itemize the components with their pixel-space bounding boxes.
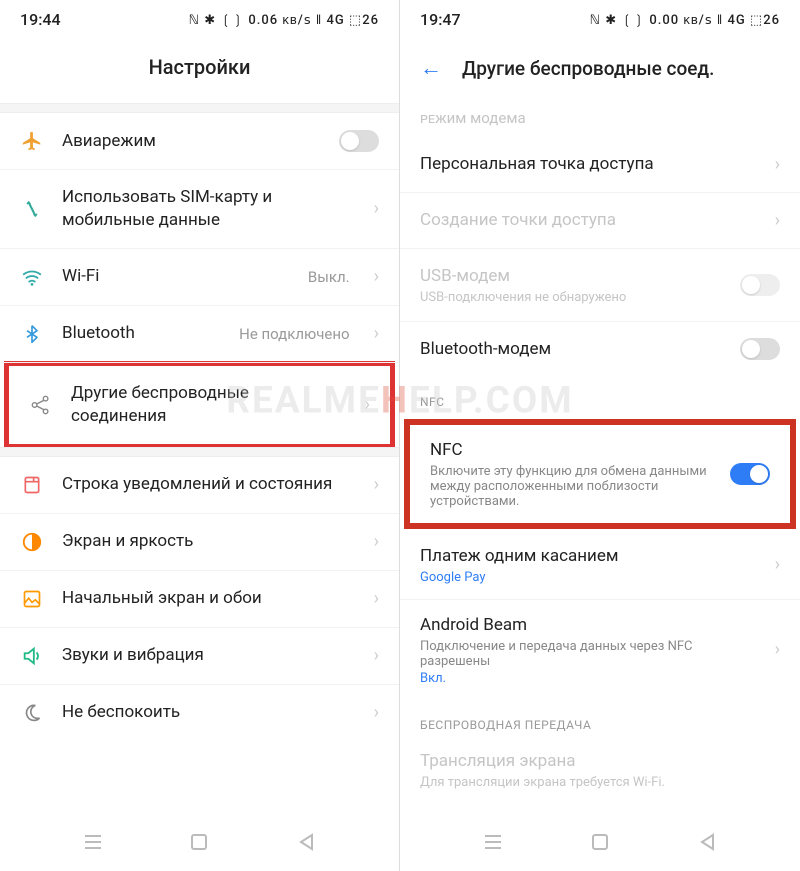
nav-back-icon[interactable] bbox=[295, 831, 317, 853]
section-cast: БЕСПРОВОДНАЯ ПЕРЕДАЧА bbox=[400, 700, 800, 740]
row-label: Wi-Fi bbox=[62, 265, 290, 288]
chevron-right-icon: › bbox=[775, 210, 780, 231]
nav-home-icon[interactable] bbox=[589, 831, 611, 853]
row-extra: Вкл. bbox=[420, 671, 757, 686]
nav-bar bbox=[400, 817, 800, 871]
row-label: Bluetooth bbox=[62, 322, 221, 345]
notification-icon bbox=[20, 473, 44, 497]
row-dnd[interactable]: Не беспокоить › bbox=[0, 685, 399, 741]
row-nfc[interactable]: NFC Включите эту функцию для обмена данн… bbox=[410, 425, 790, 523]
status-bar: 19:47 ℕ ✱ ❲❳ 0.00 ᴋʙ/ꜱ ‖ 4G ⬚26 bbox=[400, 0, 800, 35]
chevron-right-icon: › bbox=[775, 554, 780, 575]
row-label: Bluetooth-модем bbox=[420, 338, 722, 361]
row-cast: Трансляция экрана Для трансляции экрана … bbox=[400, 740, 800, 800]
status-bar: 19:44 ℕ ✱ ❲❳ 0.06 ᴋʙ/ꜱ ‖ 4G ⬚26 bbox=[0, 0, 399, 35]
row-sub: USB-подключения не обнаружено bbox=[420, 290, 722, 305]
bt-modem-toggle[interactable] bbox=[740, 338, 780, 360]
row-personal-hotspot[interactable]: Персональная точка доступа › bbox=[400, 137, 800, 193]
row-label: Звуки и вибрация bbox=[62, 644, 356, 667]
nav-recent-icon[interactable] bbox=[82, 831, 104, 853]
row-notifications[interactable]: Строка уведомлений и состояния › bbox=[0, 457, 399, 514]
row-bluetooth[interactable]: Bluetooth Не подключено › bbox=[0, 306, 399, 363]
bluetooth-icon bbox=[20, 322, 44, 346]
divider bbox=[0, 447, 399, 457]
chevron-right-icon: › bbox=[374, 323, 379, 344]
row-android-beam[interactable]: Android Beam Подключение и передача данн… bbox=[400, 600, 800, 700]
row-sim-data[interactable]: Использовать SIM-карту и мобильные данны… bbox=[0, 170, 399, 249]
clock: 19:47 bbox=[420, 10, 461, 29]
row-label: NFC bbox=[430, 439, 712, 462]
cutoff-row: ᴘᴇжим модема bbox=[400, 105, 800, 137]
section-nfc: NFC bbox=[400, 377, 800, 417]
row-label: USB-модем bbox=[420, 265, 722, 288]
chevron-right-icon: › bbox=[374, 531, 379, 552]
row-label: Строка уведомлений и состояния bbox=[62, 473, 356, 496]
clock: 19:44 bbox=[20, 10, 61, 29]
row-label: Персональная точка доступа bbox=[420, 153, 757, 176]
row-sub: Подключение и передача данных через NFC … bbox=[420, 639, 757, 669]
row-bt-modem[interactable]: Bluetooth-модем bbox=[400, 322, 800, 377]
wallpaper-icon bbox=[20, 587, 44, 611]
page-title: Другие беспроводные соед. bbox=[462, 57, 714, 80]
row-label: Не беспокоить bbox=[62, 701, 356, 724]
chevron-right-icon: › bbox=[374, 588, 379, 609]
nav-home-icon[interactable] bbox=[188, 831, 210, 853]
row-label: Другие беспроводные соединения bbox=[71, 382, 347, 428]
row-other-wireless[interactable]: Другие беспроводные соединения › bbox=[9, 366, 390, 444]
row-display[interactable]: Экран и яркость › bbox=[0, 514, 399, 571]
nfc-toggle[interactable] bbox=[730, 463, 770, 485]
airplane-toggle[interactable] bbox=[339, 130, 379, 152]
row-value: Не подключено bbox=[239, 325, 349, 343]
airplane-icon bbox=[20, 129, 44, 153]
row-label: Трансляция экрана bbox=[420, 750, 780, 773]
sound-icon bbox=[20, 644, 44, 668]
chevron-right-icon: › bbox=[374, 198, 379, 219]
row-sub: Google Pay bbox=[420, 570, 757, 585]
chevron-right-icon: › bbox=[374, 266, 379, 287]
chevron-right-icon: › bbox=[374, 474, 379, 495]
row-create-hotspot: Создание точки доступа › bbox=[400, 193, 800, 249]
connections-icon bbox=[29, 393, 53, 417]
divider bbox=[0, 103, 399, 113]
chevron-right-icon: › bbox=[374, 702, 379, 723]
chevron-right-icon: › bbox=[775, 639, 780, 660]
row-label: Android Beam bbox=[420, 614, 757, 637]
row-label: Авиарежим bbox=[62, 130, 321, 153]
row-wifi[interactable]: Wi-Fi Выкл. › bbox=[0, 249, 399, 306]
usb-toggle bbox=[740, 274, 780, 296]
chevron-right-icon: › bbox=[374, 645, 379, 666]
row-sound[interactable]: Звуки и вибрация › bbox=[0, 628, 399, 685]
nav-bar bbox=[0, 817, 399, 871]
row-pay[interactable]: Платеж одним касанием Google Pay › bbox=[400, 531, 800, 600]
row-sub: Для трансляции экрана требуется Wi-Fi. bbox=[420, 775, 780, 790]
row-airplane-mode[interactable]: Авиарежим bbox=[0, 113, 399, 170]
nav-back-icon[interactable] bbox=[696, 831, 718, 853]
row-sub: Включите эту функцию для обмена данными … bbox=[430, 464, 712, 509]
row-label: Начальный экран и обои bbox=[62, 587, 356, 610]
chevron-right-icon: › bbox=[365, 394, 370, 415]
page-header: ← Другие беспроводные соед. bbox=[400, 35, 800, 105]
row-label: Экран и яркость bbox=[62, 530, 356, 553]
row-usb-modem: USB-модем USB-подключения не обнаружено bbox=[400, 249, 800, 322]
moon-icon bbox=[20, 701, 44, 725]
back-arrow-icon[interactable]: ← bbox=[420, 55, 442, 81]
row-label: Использовать SIM-карту и мобильные данны… bbox=[62, 186, 356, 232]
status-icons: ℕ ✱ ❲❳ 0.06 ᴋʙ/ꜱ ‖ 4G ⬚26 bbox=[189, 12, 379, 28]
row-value: Выкл. bbox=[308, 268, 350, 286]
chevron-right-icon: › bbox=[775, 154, 780, 175]
row-label: Создание точки доступа bbox=[420, 209, 757, 232]
row-home-wallpaper[interactable]: Начальный экран и обои › bbox=[0, 571, 399, 628]
sim-icon bbox=[20, 197, 44, 221]
page-title: Настройки bbox=[0, 35, 399, 103]
status-icons: ℕ ✱ ❲❳ 0.00 ᴋʙ/ꜱ ‖ 4G ⬚26 bbox=[590, 12, 780, 28]
brightness-icon bbox=[20, 530, 44, 554]
wifi-icon bbox=[20, 265, 44, 289]
nav-recent-icon[interactable] bbox=[482, 831, 504, 853]
row-label: Платеж одним касанием bbox=[420, 545, 757, 568]
